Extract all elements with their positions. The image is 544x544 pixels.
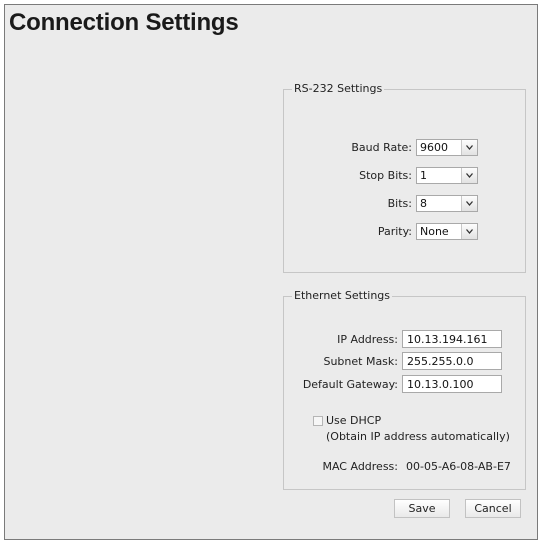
rs232-settings-legend: RS-232 Settings [292, 82, 385, 95]
baud-rate-dropdown-button[interactable] [461, 140, 477, 155]
stop-bits-dropdown-button[interactable] [461, 168, 477, 183]
stop-bits-label: Stop Bits: [359, 169, 412, 182]
bits-dropdown-button[interactable] [461, 196, 477, 211]
stop-bits-select[interactable]: 1 [416, 167, 478, 184]
stop-bits-value: 1 [420, 169, 427, 182]
chevron-down-icon [466, 229, 473, 234]
baud-rate-value: 9600 [420, 141, 448, 154]
bits-select[interactable]: 8 [416, 195, 478, 212]
baud-rate-label: Baud Rate: [351, 141, 412, 154]
save-button[interactable]: Save [394, 499, 450, 518]
ethernet-settings-legend: Ethernet Settings [292, 289, 392, 302]
use-dhcp-checkbox[interactable] [313, 416, 323, 426]
ip-address-field[interactable] [402, 330, 502, 348]
ethernet-settings-group: Ethernet Settings IP Address: Subnet Mas… [283, 289, 526, 490]
ip-address-label: IP Address: [337, 333, 398, 346]
parity-dropdown-button[interactable] [461, 224, 477, 239]
use-dhcp-hint: (Obtain IP address automatically) [326, 430, 510, 443]
parity-value: None [420, 225, 449, 238]
parity-label: Parity: [377, 225, 412, 238]
default-gateway-field[interactable] [402, 375, 502, 393]
cancel-button[interactable]: Cancel [465, 499, 521, 518]
parity-select[interactable]: None [416, 223, 478, 240]
subnet-mask-label: Subnet Mask: [323, 355, 398, 368]
use-dhcp-label: Use DHCP [326, 414, 382, 427]
default-gateway-label: Default Gateway: [302, 378, 398, 391]
subnet-mask-field[interactable] [402, 352, 502, 370]
mac-address-label: MAC Address: [322, 460, 398, 473]
chevron-down-icon [466, 145, 473, 150]
baud-rate-select[interactable]: 9600 [416, 139, 478, 156]
mac-address-value: 00-05-A6-08-AB-E7 [406, 460, 511, 473]
chevron-down-icon [466, 201, 473, 206]
settings-panel: Connection Settings RS-232 Settings Baud… [4, 4, 538, 540]
bits-label: Bits: [387, 197, 412, 210]
chevron-down-icon [466, 173, 473, 178]
bits-value: 8 [420, 197, 427, 210]
page-title: Connection Settings [9, 9, 239, 36]
rs232-settings-group: RS-232 Settings Baud Rate: 9600 Stop Bit… [283, 82, 526, 273]
